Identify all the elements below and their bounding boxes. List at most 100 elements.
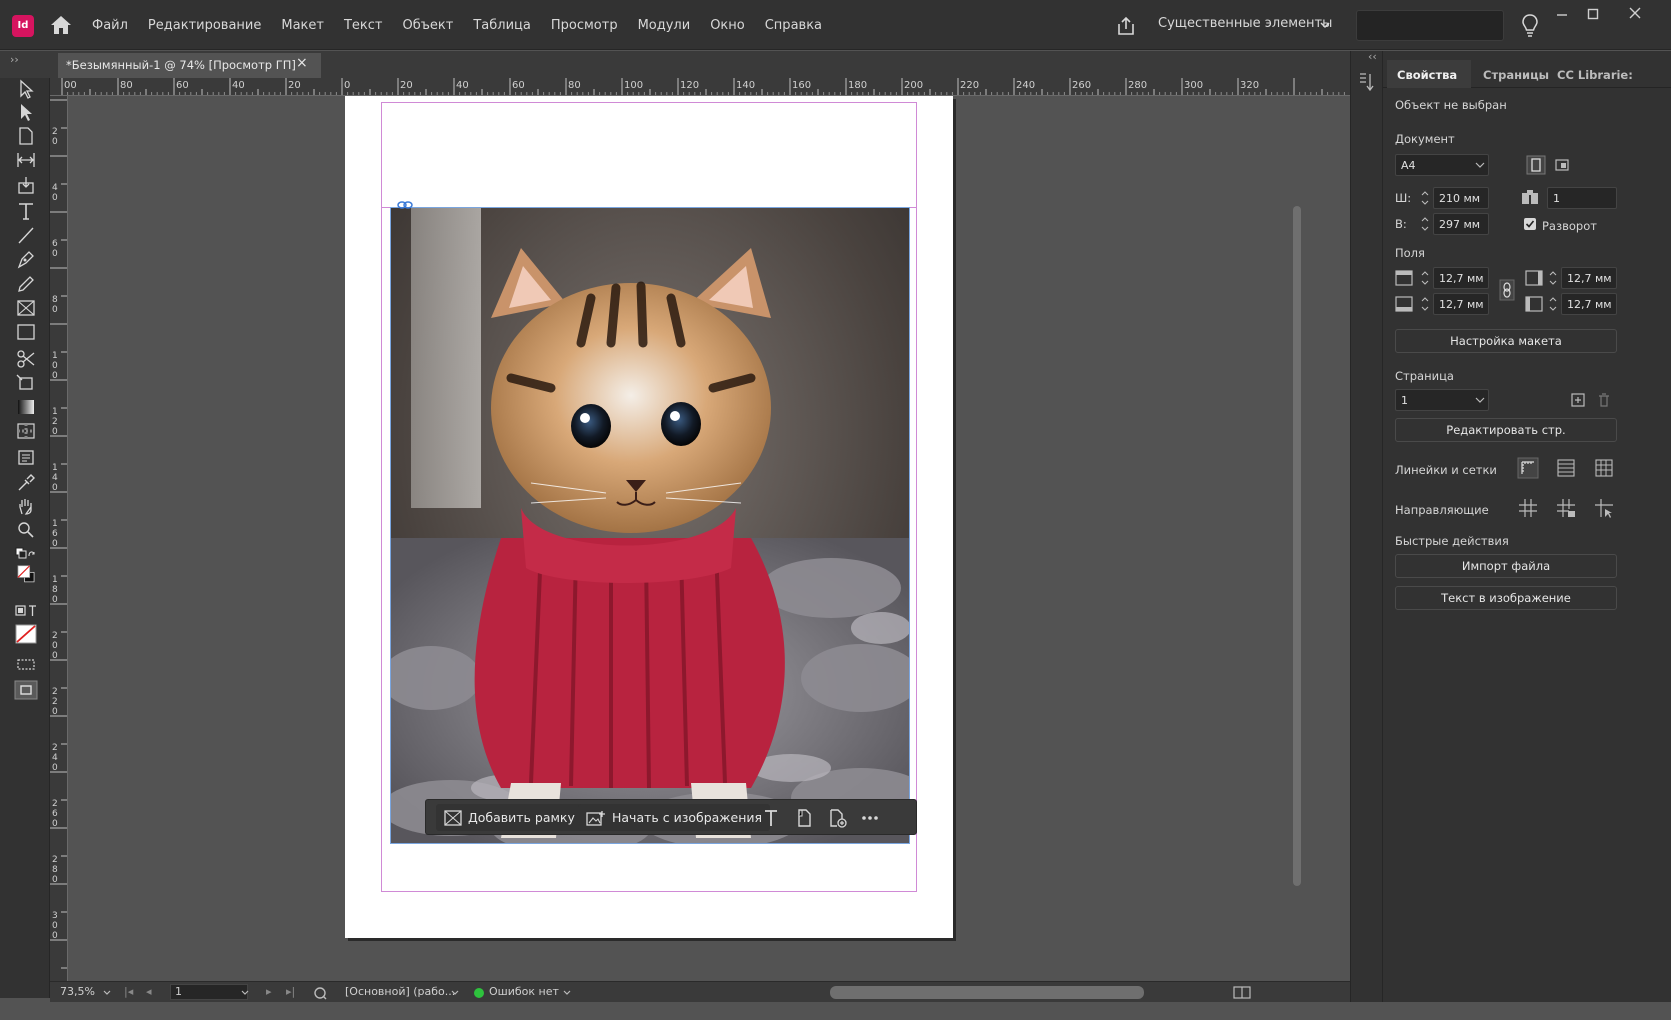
menu-help[interactable]: Справка <box>765 18 822 33</box>
chevron-down-icon[interactable] <box>1318 18 1332 32</box>
note-tool-icon[interactable] <box>14 447 38 469</box>
workspace-switcher[interactable]: Существенные элементы <box>1158 16 1332 31</box>
direct-selection-tool-icon[interactable] <box>14 101 38 123</box>
margin-inside-input[interactable]: 12,7 мм <box>1561 267 1617 289</box>
gradient-feather-tool-icon[interactable] <box>14 420 38 442</box>
show-guides-icon[interactable] <box>1517 497 1539 519</box>
page-chevron-icon[interactable] <box>240 988 250 998</box>
pencil-tool-icon[interactable] <box>14 272 38 294</box>
selection-tool-icon[interactable] <box>14 78 38 100</box>
landscape-orientation-icon[interactable] <box>1551 154 1573 176</box>
more-icon[interactable] <box>858 806 882 830</box>
menu-edit[interactable]: Редактирование <box>148 18 261 33</box>
free-transform-tool-icon[interactable] <box>14 372 38 394</box>
document-tab[interactable]: *Безымянный-1 @ 74% [Просмотр ГП] <box>58 53 321 78</box>
first-page-icon[interactable]: |◂ <box>124 985 133 998</box>
chevron-down-icon[interactable] <box>1475 161 1485 169</box>
apply-none-icon[interactable] <box>14 623 38 645</box>
prev-page-icon[interactable]: ◂ <box>146 985 152 998</box>
page-number-field[interactable]: 1 <box>170 984 248 1000</box>
margin-bottom-input[interactable]: 12,7 мм <box>1433 293 1489 315</box>
zoom-level[interactable]: 73,5% <box>60 985 95 998</box>
add-frame-button[interactable]: Добавить рамку <box>436 804 583 831</box>
image-frame-kitten[interactable] <box>390 207 910 844</box>
default-colors-icon[interactable] <box>14 544 38 562</box>
split-view-icon[interactable] <box>1233 985 1251 1000</box>
menu-window[interactable]: Окно <box>710 18 745 33</box>
fill-stroke-swatch[interactable] <box>14 565 38 595</box>
margin-outside-input[interactable]: 12,7 мм <box>1561 293 1617 315</box>
margin-outside-stepper-icon[interactable] <box>1547 293 1559 315</box>
pen-tool-icon[interactable] <box>14 248 38 270</box>
page-add-icon[interactable] <box>825 806 849 830</box>
portrait-orientation-icon[interactable] <box>1525 154 1547 176</box>
margin-inside-stepper-icon[interactable] <box>1547 267 1559 289</box>
margin-top-stepper-icon[interactable] <box>1419 267 1431 289</box>
text-icon[interactable] <box>759 806 783 830</box>
eyedropper-tool-icon[interactable] <box>14 471 38 493</box>
delete-page-icon[interactable] <box>1593 389 1615 411</box>
height-input[interactable]: 297 мм <box>1433 213 1489 235</box>
vertical-scroll-thumb[interactable] <box>1293 206 1301 886</box>
close-tab-icon[interactable]: × <box>296 55 308 71</box>
minimize-icon[interactable] <box>1554 6 1570 22</box>
lock-guides-icon[interactable] <box>1555 497 1577 519</box>
smart-guides-icon[interactable] <box>1593 497 1615 519</box>
tab-cc-libraries[interactable]: CC Librarie: <box>1557 68 1633 82</box>
rectangle-tool-icon[interactable] <box>14 321 38 343</box>
page-tool-icon[interactable] <box>14 125 38 147</box>
start-from-image-button[interactable]: Начать с изображения <box>578 804 771 831</box>
vertical-scrollbar[interactable] <box>1290 96 1304 981</box>
margin-bottom-stepper-icon[interactable] <box>1419 293 1431 315</box>
tab-properties[interactable]: Свойства <box>1397 68 1457 82</box>
next-page-icon[interactable]: ▸ <box>266 985 272 998</box>
search-input[interactable] <box>1356 10 1504 41</box>
preflight-chevron-icon[interactable] <box>562 988 572 998</box>
layout-status[interactable]: [Основной] (рабо... <box>345 985 455 998</box>
line-tool-icon[interactable] <box>14 224 38 246</box>
menu-plugins[interactable]: Модули <box>638 18 691 33</box>
lightbulb-icon[interactable] <box>1519 12 1541 38</box>
content-collector-icon[interactable] <box>14 174 38 196</box>
width-input[interactable]: 210 мм <box>1433 187 1489 209</box>
pages-count-input[interactable]: 1 <box>1547 187 1617 209</box>
share-icon[interactable] <box>1114 14 1138 38</box>
margin-top-input[interactable]: 12,7 мм <box>1433 267 1489 289</box>
horizontal-scroll-thumb[interactable] <box>830 986 1144 999</box>
menu-type[interactable]: Текст <box>344 18 383 33</box>
add-page-icon[interactable] <box>1567 389 1589 411</box>
height-stepper-icon[interactable] <box>1419 213 1431 235</box>
menu-table[interactable]: Таблица <box>473 18 531 33</box>
menu-view[interactable]: Просмотр <box>551 18 618 33</box>
import-file-button[interactable]: Импорт файла <box>1395 554 1617 578</box>
horizontal-ruler[interactable]: 00 80 60 40 20 0 20 40 60 80 100 120 140 160 180 200 220… <box>50 78 1350 96</box>
view-mode-icon[interactable] <box>14 653 38 670</box>
menu-layout[interactable]: Макет <box>281 18 324 33</box>
scissors-tool-icon[interactable] <box>14 348 38 370</box>
rectangle-frame-tool-icon[interactable] <box>14 297 38 319</box>
home-icon[interactable] <box>48 13 74 37</box>
preflight-status[interactable]: Ошибок нет <box>489 985 559 998</box>
gap-tool-icon[interactable] <box>14 149 38 171</box>
vertical-ruler[interactable]: 2040608010012014016018020022024026028030… <box>50 96 68 981</box>
chevron-down-icon[interactable] <box>1475 396 1485 404</box>
width-stepper-icon[interactable] <box>1419 187 1431 209</box>
layout-setup-button[interactable]: Настройка макета <box>1395 329 1617 353</box>
tab-pages[interactable]: Страницы <box>1483 68 1549 82</box>
document-canvas[interactable]: Добавить рамку Начать с изображения <box>68 96 1350 981</box>
layout-chevron-icon[interactable] <box>450 988 460 998</box>
rulers-icon[interactable] <box>1517 457 1539 479</box>
edit-page-button[interactable]: Редактировать стр. <box>1395 418 1617 442</box>
close-icon[interactable] <box>1626 4 1644 22</box>
screen-mode-icon[interactable] <box>14 679 38 701</box>
link-icon[interactable] <box>397 200 413 210</box>
link-margins-icon[interactable] <box>1499 279 1515 301</box>
document-grid-icon[interactable] <box>1593 457 1615 479</box>
baseline-grid-icon[interactable] <box>1555 457 1577 479</box>
last-page-icon[interactable]: ▸| <box>286 985 295 998</box>
zoom-chevron-icon[interactable] <box>102 988 112 998</box>
collapse-tools-icon[interactable]: ›› <box>10 53 19 66</box>
collapse-panel-left-icon[interactable]: ‹‹ <box>1368 50 1377 63</box>
formatting-container-icon[interactable] <box>14 600 38 616</box>
open-document-icon[interactable] <box>312 985 328 1000</box>
